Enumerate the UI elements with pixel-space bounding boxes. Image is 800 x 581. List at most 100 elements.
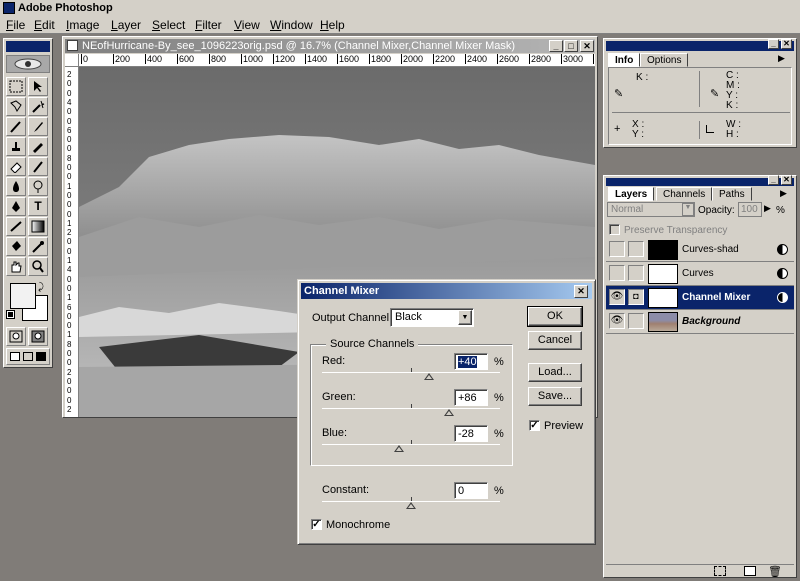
menu-image[interactable]: Image xyxy=(66,18,99,32)
magic-wand-tool-icon[interactable] xyxy=(28,97,48,116)
foreground-color-swatch-front[interactable] xyxy=(10,283,36,309)
menu-filter[interactable]: Filter xyxy=(195,18,222,32)
layers-footer: 🗑 xyxy=(606,564,794,578)
paint-bucket-tool-icon[interactable] xyxy=(6,237,26,256)
menu-help[interactable]: Help xyxy=(320,18,345,32)
eye-visibility-icon[interactable]: 👁 xyxy=(609,313,625,329)
layer-row[interactable]: Curves xyxy=(606,262,794,286)
tab-channels[interactable]: Channels xyxy=(656,187,713,201)
type-tool-icon[interactable]: T xyxy=(28,197,48,216)
layers-panel-title-bar[interactable] xyxy=(606,178,794,186)
menu-layer[interactable]: Layer xyxy=(111,18,141,32)
info-panel-close-icon[interactable]: ✕ xyxy=(781,39,792,49)
new-layer-icon[interactable] xyxy=(744,566,756,576)
measure-tool-icon[interactable] xyxy=(6,217,26,236)
lasso-tool-icon[interactable] xyxy=(6,97,26,116)
load-button[interactable]: Load... xyxy=(528,363,582,382)
menu-file[interactable]: File xyxy=(6,18,25,32)
preview-checkbox[interactable]: ✓ xyxy=(529,420,540,431)
constant-slider-thumb[interactable] xyxy=(406,502,416,509)
layers-panel-close-icon[interactable]: ✕ xyxy=(781,175,792,185)
save-button[interactable]: Save... xyxy=(528,387,582,406)
trash-icon[interactable]: 🗑 xyxy=(768,565,782,578)
eye-visibility-icon[interactable]: 👁 xyxy=(609,289,625,305)
add-layer-mask-icon[interactable] xyxy=(714,566,726,576)
menu-edit[interactable]: Edit xyxy=(34,18,55,32)
paintbrush-tool-icon[interactable] xyxy=(28,117,48,136)
airbrush-tool-icon[interactable] xyxy=(6,117,26,136)
menu-view[interactable]: View xyxy=(234,18,260,32)
rubber-stamp-tool-icon[interactable] xyxy=(6,137,26,156)
gradient-tool-icon[interactable] xyxy=(28,217,48,236)
zoom-tool-icon[interactable] xyxy=(28,257,48,276)
blue-slider-thumb[interactable] xyxy=(393,445,404,452)
history-brush-tool-icon[interactable] xyxy=(28,137,48,156)
toolbox-title-bar[interactable] xyxy=(6,41,50,52)
tab-layers[interactable]: Layers xyxy=(608,187,655,201)
layer-row-selected[interactable]: 👁 ◘ Channel Mixer xyxy=(606,286,794,310)
menu-window[interactable]: Window xyxy=(270,18,313,32)
red-slider-track[interactable] xyxy=(322,372,500,373)
opacity-field[interactable]: 100 xyxy=(738,202,762,217)
layer-link-toggle[interactable] xyxy=(628,265,644,281)
dialog-close-icon[interactable]: ✕ xyxy=(574,285,588,298)
document-icon[interactable] xyxy=(67,40,78,51)
constant-value-input[interactable]: 0 xyxy=(454,482,488,499)
monochrome-checkbox[interactable]: ✓ xyxy=(311,519,322,530)
layer-visibility-toggle[interactable] xyxy=(609,265,625,281)
info-panel-minimize-icon[interactable]: _ xyxy=(768,39,779,49)
tab-info[interactable]: Info xyxy=(608,53,641,67)
close-icon[interactable]: ✕ xyxy=(580,40,594,52)
blend-mode-dropdown-icon[interactable]: ▼ xyxy=(682,203,694,216)
minimize-icon[interactable]: _ xyxy=(549,40,563,52)
constant-value: 0 xyxy=(458,485,465,497)
swap-colors-icon[interactable]: ⤸ xyxy=(38,282,44,293)
layer-row[interactable]: 👁 Background xyxy=(606,310,794,334)
default-colors-icon[interactable] xyxy=(6,310,15,319)
blue-value-input[interactable]: -28 xyxy=(454,425,488,442)
pen-tool-icon[interactable] xyxy=(6,197,26,216)
red-value-input[interactable]: +40 xyxy=(454,353,488,370)
red-slider-thumb[interactable] xyxy=(423,373,434,380)
eyedropper-tool-icon[interactable] xyxy=(28,237,48,256)
cancel-button[interactable]: Cancel xyxy=(528,331,582,350)
dodge-tool-icon[interactable] xyxy=(28,177,48,196)
tab-options[interactable]: Options xyxy=(640,53,689,67)
layers-panel-menu-arrow-icon[interactable]: ▶ xyxy=(780,188,787,199)
output-channel-dropdown-icon[interactable]: ▼ xyxy=(458,310,472,325)
full-screen-menu-mode-icon[interactable] xyxy=(23,352,33,361)
quick-mask-mode-icon[interactable] xyxy=(28,327,48,346)
ruler-tick-label: 600 xyxy=(177,54,195,64)
blue-slider-track[interactable] xyxy=(322,444,500,445)
marquee-tool-icon[interactable] xyxy=(6,77,26,96)
document-title-bar[interactable]: NEofHurricane-By_see_1096223orig.psd @ 1… xyxy=(65,39,595,53)
maximize-icon[interactable]: □ xyxy=(564,40,578,52)
green-slider-track[interactable] xyxy=(322,408,500,409)
channel-mixer-title-bar[interactable]: Channel Mixer xyxy=(301,283,592,299)
tab-paths[interactable]: Paths xyxy=(712,187,752,201)
info-panel-title-bar[interactable] xyxy=(606,41,794,51)
layer-mask-link-icon[interactable]: ◘ xyxy=(628,289,644,305)
ok-button[interactable]: OK xyxy=(527,306,583,327)
standard-mode-icon[interactable] xyxy=(6,327,26,346)
eraser-tool-icon[interactable] xyxy=(6,157,26,176)
layer-row[interactable]: Curves-shad xyxy=(606,238,794,262)
green-slider-thumb[interactable] xyxy=(444,409,455,416)
layer-visibility-toggle[interactable] xyxy=(609,241,625,257)
menu-select[interactable]: Select xyxy=(152,18,185,32)
info-panel-menu-arrow-icon[interactable]: ▶ xyxy=(778,53,785,64)
preserve-transparency-checkbox[interactable] xyxy=(609,224,620,235)
layer-link-toggle[interactable] xyxy=(628,313,644,329)
move-tool-icon[interactable] xyxy=(28,77,48,96)
green-value-input[interactable]: +86 xyxy=(454,389,488,406)
standard-screen-mode-icon[interactable] xyxy=(10,352,20,361)
ruler-origin[interactable] xyxy=(65,54,79,67)
full-screen-mode-icon[interactable] xyxy=(36,352,46,361)
layers-panel-minimize-icon[interactable]: _ xyxy=(768,175,779,185)
opacity-slider-arrow-icon[interactable]: ▶ xyxy=(764,203,771,214)
blur-tool-icon[interactable] xyxy=(6,177,26,196)
pencil-tool-icon[interactable] xyxy=(28,157,48,176)
eye-logo-icon[interactable] xyxy=(6,55,50,73)
hand-tool-icon[interactable] xyxy=(6,257,26,276)
layer-link-toggle[interactable] xyxy=(628,241,644,257)
